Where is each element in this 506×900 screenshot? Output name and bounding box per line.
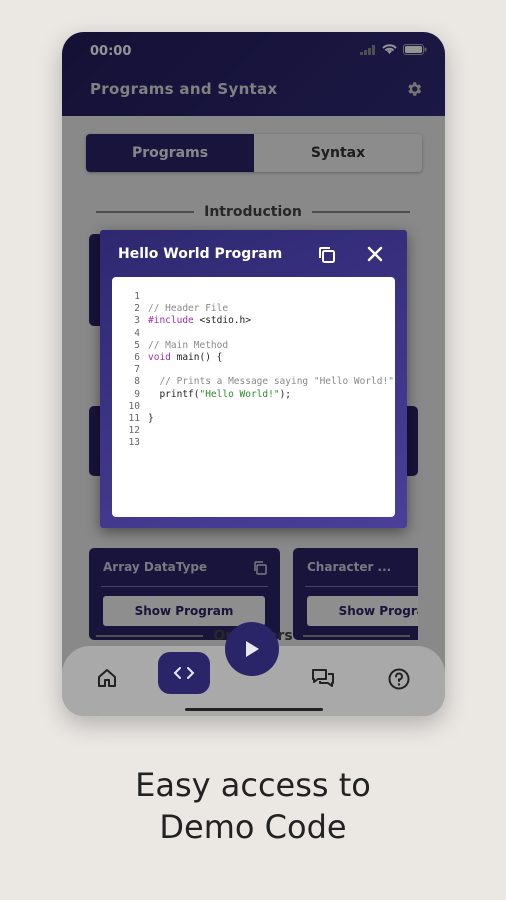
play-button[interactable] xyxy=(225,622,279,676)
code-line: 5// Main Method xyxy=(134,339,229,351)
help-icon[interactable] xyxy=(388,668,410,690)
home-indicator xyxy=(185,708,323,711)
close-icon[interactable] xyxy=(366,245,384,263)
code-line: 4 xyxy=(134,327,140,339)
code-icon xyxy=(173,667,195,679)
caption-line: Easy access to xyxy=(135,766,371,804)
play-icon xyxy=(246,641,259,657)
code-dialog: Hello World Program 1 2// Header File 3 #… xyxy=(100,230,407,528)
code-viewer: 1 2// Header File 3 #include <stdio.h> 4 … xyxy=(112,277,395,517)
code-line: 12 xyxy=(128,425,140,437)
code-line: 6 void main() { xyxy=(134,351,223,363)
dialog-title: Hello World Program xyxy=(118,246,283,262)
code-line: 3 #include <stdio.h> xyxy=(134,315,251,327)
code-line: 9 printf("Hello World!"); xyxy=(134,388,292,400)
promo-caption: Easy access to Demo Code xyxy=(0,764,506,848)
code-line: 13 xyxy=(128,437,140,449)
forum-icon[interactable] xyxy=(311,668,335,688)
bottom-nav xyxy=(62,622,445,716)
caption-line: Demo Code xyxy=(159,808,347,846)
copy-icon[interactable] xyxy=(317,245,337,265)
nav-code-button[interactable] xyxy=(158,652,210,694)
code-line: 10 xyxy=(128,400,140,412)
code-line: 8 // Prints a Message saying "Hello Worl… xyxy=(134,376,394,388)
code-line: 1 xyxy=(134,291,140,302)
code-line: 11} xyxy=(128,412,154,424)
code-line: 2// Header File xyxy=(134,303,229,315)
code-line: 7 xyxy=(134,364,140,376)
home-icon[interactable] xyxy=(96,668,118,688)
